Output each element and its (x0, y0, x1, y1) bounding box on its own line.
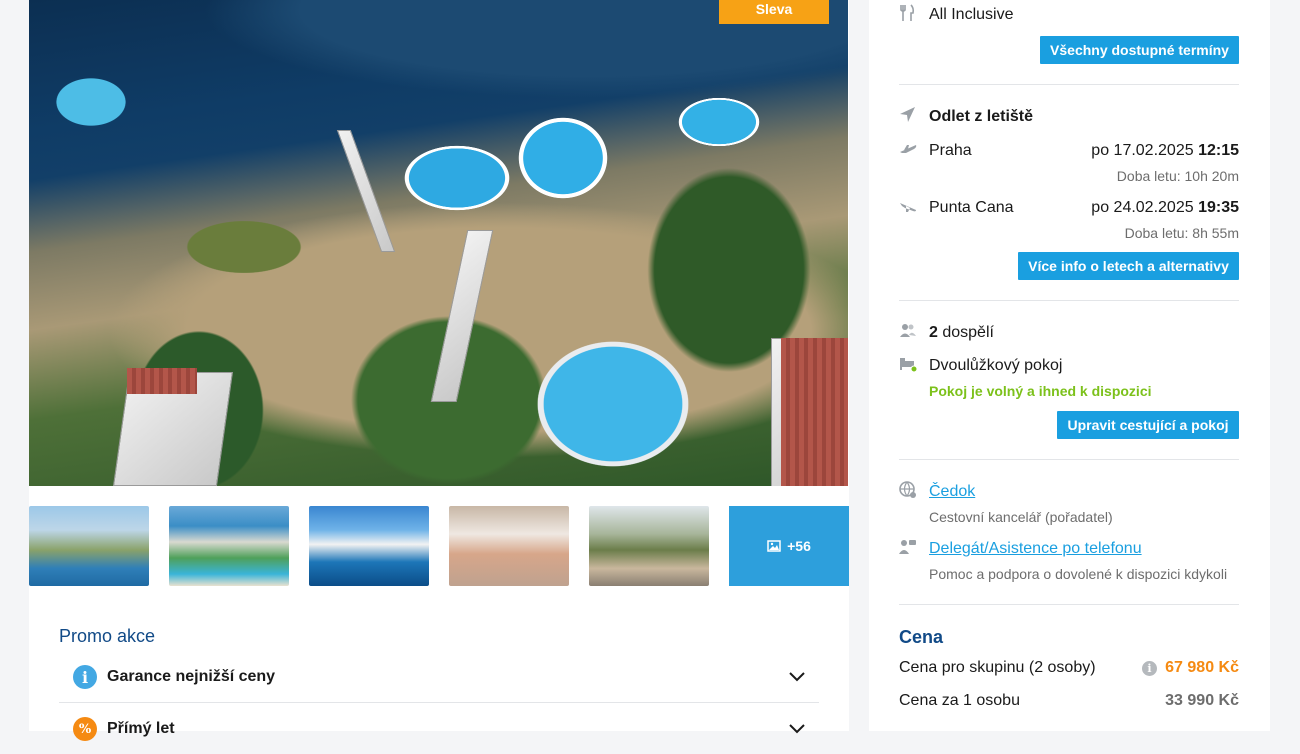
travellers-row: 2 dospělí (899, 322, 1239, 344)
promo-item-label: Přímý let (107, 720, 175, 737)
more-photos-button[interactable]: +56 (729, 506, 849, 586)
flight-back-row: Punta Cana po 24.02.2025 19:35 (899, 197, 1239, 219)
flight-back-city: Punta Cana (929, 199, 1014, 216)
room-label: Dvoulůžkový pokoj (929, 357, 1063, 374)
photo-roof (127, 368, 197, 394)
group-price-row: Cena pro skupinu (2 osoby) i 67 980 Kč (899, 659, 1239, 681)
flight-out-datetime: po 17.02.2025 12:15 (1091, 142, 1239, 160)
photo-path (336, 130, 396, 252)
info-icon[interactable]: i (1142, 661, 1157, 676)
globe-icon (899, 481, 916, 498)
flight-out-duration-row: Doba letu: 10h 20m (899, 168, 1239, 186)
flight-back-duration: Doba letu: 8h 55m (1124, 225, 1239, 241)
room-availability: Pokoj je volný a ihned k dispozici (929, 383, 1152, 399)
plane-takeoff-icon (900, 145, 917, 153)
thumbnail-5[interactable] (589, 506, 709, 586)
support-icon (899, 540, 916, 554)
flight-out-time: 12:15 (1198, 142, 1239, 159)
promo-item-label: Garance nejnižší ceny (107, 668, 276, 685)
all-dates-button[interactable]: Všechny dostupné termíny (1040, 36, 1239, 64)
flight-info-button[interactable]: Více info o letech a alternativy (1018, 252, 1239, 280)
room-availability-row: Pokoj je volný a ihned k dispozici (899, 383, 1239, 401)
flight-back-duration-row: Doba letu: 8h 55m (899, 225, 1239, 243)
discount-badge: Sleva (719, 0, 829, 24)
board-row: All Inclusive (899, 4, 1239, 26)
flight-back-date: po 24.02.2025 (1091, 199, 1194, 216)
group-price-value: 67 980 Kč (1165, 659, 1239, 676)
flight-back-time: 19:35 (1198, 199, 1239, 216)
thumbnail-2[interactable] (169, 506, 289, 586)
promo-item-direct-flight[interactable]: % Přímý let (59, 704, 819, 754)
price-title: Cena (899, 627, 944, 647)
percent-icon: % (73, 717, 97, 741)
delegate-sub-row: Pomoc a podpora o dovolené k dispozici k… (899, 566, 1239, 584)
delegate-sub: Pomoc a podpora o dovolené k dispozici k… (929, 566, 1228, 582)
hotel-main-photo[interactable]: Sleva (29, 0, 848, 486)
navigation-arrow-icon (900, 107, 915, 122)
divider (899, 84, 1239, 85)
organizer-sub-row: Cestovní kancelář (pořadatel) (899, 509, 1239, 527)
gallery-panel: Sleva +56 Promo akce i Garance nejnižší … (29, 0, 849, 741)
person-price-label: Cena za 1 osobu (899, 692, 1020, 709)
flight-out-date: po 17.02.2025 (1091, 142, 1194, 159)
travellers-label: dospělí (942, 324, 994, 341)
divider (899, 300, 1239, 301)
divider (899, 604, 1239, 605)
room-row: Dvoulůžkový pokoj (899, 355, 1239, 377)
flight-back-datetime: po 24.02.2025 19:35 (1091, 199, 1239, 217)
thumbnail-strip: +56 (29, 506, 849, 586)
thumbnail-3[interactable] (309, 506, 429, 586)
chevron-down-icon[interactable] (789, 672, 805, 682)
thumbnail-1[interactable] (29, 506, 149, 586)
travellers-text: 2 dospělí (929, 324, 994, 342)
travellers-count: 2 (929, 324, 938, 341)
organizer-sub: Cestovní kancelář (pořadatel) (929, 509, 1113, 525)
info-icon: i (73, 665, 97, 689)
departure-heading-row: Odlet z letiště (899, 106, 1239, 128)
delegate-link[interactable]: Delegát/Asistence po telefonu (929, 540, 1142, 558)
organizer-row: Čedok (899, 481, 1239, 503)
delegate-row: Delegát/Asistence po telefonu (899, 538, 1239, 560)
image-icon (767, 540, 781, 552)
photo-roof-right (781, 338, 848, 486)
flight-out-row: Praha po 17.02.2025 12:15 (899, 140, 1239, 162)
plane-landing-icon (900, 203, 916, 212)
person-price-row: Cena za 1 osobu 33 990 Kč (899, 692, 1239, 714)
group-price-label: Cena pro skupinu (2 osoby) (899, 659, 1096, 676)
cutlery-icon (900, 4, 915, 21)
photo-deck (430, 230, 494, 402)
promo-title: Promo akce (59, 626, 156, 646)
divider (899, 459, 1239, 460)
flight-out-duration: Doba letu: 10h 20m (1116, 168, 1239, 184)
bed-icon (900, 358, 917, 373)
departure-heading: Odlet z letiště (929, 108, 1034, 125)
thumbnail-4[interactable] (449, 506, 569, 586)
edit-travellers-button[interactable]: Upravit cestující a pokoj (1057, 411, 1239, 439)
organizer-link[interactable]: Čedok (929, 483, 975, 501)
board-label: All Inclusive (929, 6, 1014, 23)
more-photos-count: +56 (787, 538, 811, 554)
booking-sidebar: All Inclusive Všechny dostupné termíny O… (869, 0, 1270, 731)
flight-out-city: Praha (929, 142, 972, 159)
people-icon (900, 324, 916, 337)
person-price-value: 33 990 Kč (1165, 692, 1239, 709)
promo-item-lowest-price[interactable]: i Garance nejnižší ceny (59, 652, 819, 703)
chevron-down-icon[interactable] (789, 724, 805, 734)
